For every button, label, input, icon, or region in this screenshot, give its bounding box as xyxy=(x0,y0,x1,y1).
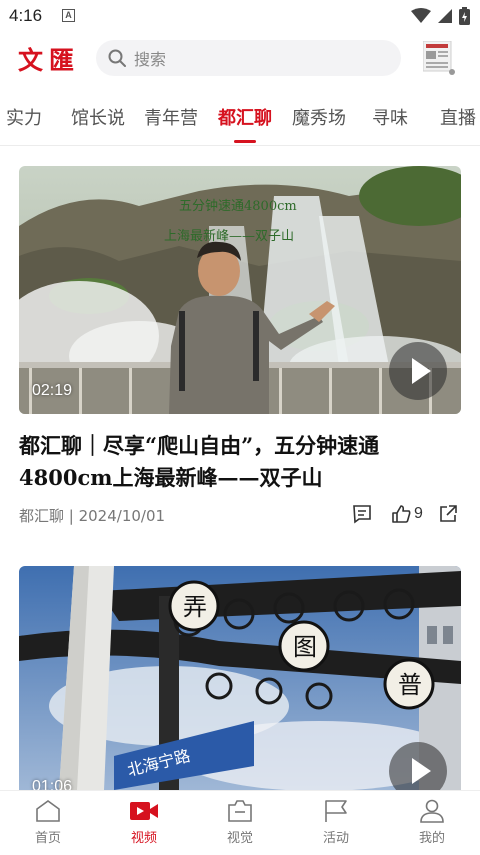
video-duration: 02:19 xyxy=(32,382,73,399)
bottom-navigation: 首页 视频 视觉 活动 我的 xyxy=(0,790,480,855)
tab-xunwei[interactable]: 寻味 xyxy=(372,104,408,130)
like-icon[interactable] xyxy=(390,503,412,525)
tab-qingnianying[interactable]: 青年营 xyxy=(144,104,198,130)
nav-profile-label: 我的 xyxy=(418,831,445,846)
comment-icon[interactable] xyxy=(351,503,373,525)
play-button[interactable] xyxy=(389,342,447,400)
search-placeholder: 搜索 xyxy=(134,50,167,69)
wifi-icon xyxy=(411,8,431,23)
battery-icon xyxy=(459,7,470,25)
overlay-caption-2: 上海最新峰——双子山 xyxy=(164,228,294,244)
like-count: 9 xyxy=(414,505,423,522)
sign-char-3: 普 xyxy=(398,671,422,699)
video-title[interactable]: 都汇聊｜尽享“爬山自由”，五分钟速通4800cm上海最新峰——双子山 xyxy=(19,430,459,494)
search-input[interactable]: 搜索 xyxy=(96,40,401,76)
tabs-divider xyxy=(0,145,480,146)
video-meta: 都汇聊 | 2024/10/01 xyxy=(19,507,166,525)
flag-icon xyxy=(325,800,347,822)
search-icon xyxy=(108,49,126,67)
nav-visual-label: 视觉 xyxy=(226,831,253,846)
camera-icon xyxy=(228,800,252,822)
nav-home[interactable]: 首页 xyxy=(18,799,78,846)
home-icon xyxy=(36,800,60,822)
app-logo[interactable]: 文匯 xyxy=(18,41,80,77)
signal-icon xyxy=(438,9,452,23)
category-tabs: 实力 馆长说 青年营 都汇聊 魔秀场 寻味 直播 xyxy=(0,96,480,144)
video-thumbnail-2[interactable]: 弄 图 普 北海宁路 01:06 xyxy=(19,566,461,790)
video-actions: 9 xyxy=(351,503,459,525)
tab-guanzhangshuo[interactable]: 馆长说 xyxy=(71,104,125,130)
status-bar: 4:16 A xyxy=(0,0,480,34)
nav-home-label: 首页 xyxy=(34,831,61,846)
nav-visual[interactable]: 视觉 xyxy=(210,799,270,846)
app-header: 文匯 搜索 xyxy=(0,34,480,84)
nav-activity[interactable]: 活动 xyxy=(306,799,366,846)
sign-char-2: 图 xyxy=(293,633,317,661)
nav-video-label: 视频 xyxy=(130,831,157,846)
status-icons xyxy=(411,7,470,25)
video-icon xyxy=(130,802,158,820)
newspaper-icon[interactable] xyxy=(423,41,455,75)
status-time: 4:16 xyxy=(9,6,43,25)
active-tab-indicator xyxy=(234,140,256,143)
tab-duhuiliao[interactable]: 都汇聊 xyxy=(218,104,272,130)
user-icon xyxy=(420,799,444,823)
notification-icon: A xyxy=(62,9,75,22)
sign-char-1: 弄 xyxy=(183,593,207,621)
tab-zhibo[interactable]: 直播 xyxy=(440,104,476,130)
tab-moxiuchang[interactable]: 魔秀场 xyxy=(292,104,346,130)
video-thumbnail-1[interactable]: 五分钟速通4800cm 上海最新峰——双子山 02:19 xyxy=(19,166,461,414)
video-duration-2: 01:06 xyxy=(32,778,73,790)
share-icon[interactable] xyxy=(437,503,459,525)
nav-activity-label: 活动 xyxy=(322,831,349,846)
nav-video[interactable]: 视频 xyxy=(114,799,174,846)
overlay-caption-1: 五分钟速通4800cm xyxy=(179,198,297,214)
nav-profile[interactable]: 我的 xyxy=(402,799,462,846)
tab-shili[interactable]: 实力 xyxy=(6,104,42,130)
